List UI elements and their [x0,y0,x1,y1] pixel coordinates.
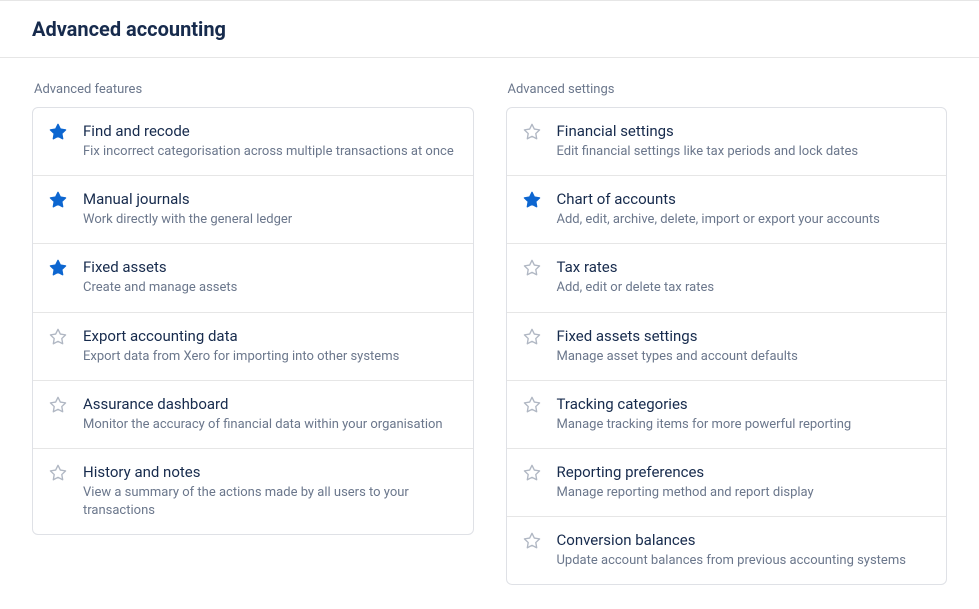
star-outline-icon[interactable] [523,123,541,141]
star-filled-icon[interactable] [49,123,67,141]
features-column: Advanced features Find and recode Fix inc… [32,82,474,585]
item-text: Chart of accounts Add, edit, archive, del… [557,190,931,229]
item-description: Monitor the accuracy of financial data w… [83,416,457,434]
item-text: Fixed assets Create and manage assets [83,258,457,297]
list-item-conversion-balances[interactable]: Conversion balances Update account balanc… [507,517,947,584]
list-item-financial-settings[interactable]: Financial settings Edit financial setting… [507,108,947,176]
item-description: Create and manage assets [83,279,457,297]
item-title: Tracking categories [557,395,931,413]
item-description: Export data from Xero for importing into… [83,348,457,366]
settings-section-label: Advanced settings [506,82,948,97]
item-text: Conversion balances Update account balanc… [557,531,931,570]
item-title: Manual journals [83,190,457,208]
item-title: Find and recode [83,122,457,140]
page-title: Advanced accounting [32,17,947,41]
page-header: Advanced accounting [0,0,979,58]
item-title: Assurance dashboard [83,395,457,413]
star-outline-icon[interactable] [523,396,541,414]
item-text: Export accounting data Export data from X… [83,327,457,366]
list-item-tax-rates[interactable]: Tax rates Add, edit or delete tax rates [507,244,947,312]
star-filled-icon[interactable] [49,191,67,209]
item-title: Conversion balances [557,531,931,549]
item-text: Reporting preferences Manage reporting me… [557,463,931,502]
list-item-fixed-assets[interactable]: Fixed assets Create and manage assets [33,244,473,312]
item-description: Manage tracking items for more powerful … [557,416,931,434]
item-text: Assurance dashboard Monitor the accuracy … [83,395,457,434]
item-title: Chart of accounts [557,190,931,208]
star-outline-icon[interactable] [49,464,67,482]
item-title: Fixed assets settings [557,327,931,345]
item-title: History and notes [83,463,457,481]
item-description: Add, edit, archive, delete, import or ex… [557,211,931,229]
item-text: Tracking categories Manage tracking items… [557,395,931,434]
list-item-manual-journals[interactable]: Manual journals Work directly with the ge… [33,176,473,244]
list-item-find-and-recode[interactable]: Find and recode Fix incorrect categorisat… [33,108,473,176]
item-title: Export accounting data [83,327,457,345]
item-text: Tax rates Add, edit or delete tax rates [557,258,931,297]
list-item-export-accounting-data[interactable]: Export accounting data Export data from X… [33,313,473,381]
item-description: Add, edit or delete tax rates [557,279,931,297]
list-item-reporting-preferences[interactable]: Reporting preferences Manage reporting me… [507,449,947,517]
star-outline-icon[interactable] [523,328,541,346]
star-filled-icon[interactable] [49,259,67,277]
content-area: Advanced features Find and recode Fix inc… [0,58,979,609]
item-text: Financial settings Edit financial setting… [557,122,931,161]
item-text: Manual journals Work directly with the ge… [83,190,457,229]
star-outline-icon[interactable] [49,328,67,346]
features-list: Find and recode Fix incorrect categorisat… [32,107,474,535]
item-description: Work directly with the general ledger [83,211,457,229]
item-description: Edit financial settings like tax periods… [557,143,931,161]
item-description: View a summary of the actions made by al… [83,484,457,520]
item-title: Tax rates [557,258,931,276]
star-outline-icon[interactable] [523,532,541,550]
item-description: Fix incorrect categorisation across mult… [83,143,457,161]
item-text: Find and recode Fix incorrect categorisat… [83,122,457,161]
item-description: Manage asset types and account defaults [557,348,931,366]
item-text: Fixed assets settings Manage asset types … [557,327,931,366]
features-section-label: Advanced features [32,82,474,97]
list-item-chart-of-accounts[interactable]: Chart of accounts Add, edit, archive, del… [507,176,947,244]
item-text: History and notes View a summary of the a… [83,463,457,520]
item-title: Financial settings [557,122,931,140]
list-item-fixed-assets-settings[interactable]: Fixed assets settings Manage asset types … [507,313,947,381]
item-title: Fixed assets [83,258,457,276]
settings-list: Financial settings Edit financial setting… [506,107,948,585]
item-description: Manage reporting method and report displ… [557,484,931,502]
list-item-assurance-dashboard[interactable]: Assurance dashboard Monitor the accuracy … [33,381,473,449]
settings-column: Advanced settings Financial settings Edit… [506,82,948,585]
item-title: Reporting preferences [557,463,931,481]
star-outline-icon[interactable] [523,464,541,482]
list-item-tracking-categories[interactable]: Tracking categories Manage tracking items… [507,381,947,449]
star-outline-icon[interactable] [49,396,67,414]
item-description: Update account balances from previous ac… [557,552,931,570]
star-outline-icon[interactable] [523,259,541,277]
star-filled-icon[interactable] [523,191,541,209]
list-item-history-and-notes[interactable]: History and notes View a summary of the a… [33,449,473,534]
